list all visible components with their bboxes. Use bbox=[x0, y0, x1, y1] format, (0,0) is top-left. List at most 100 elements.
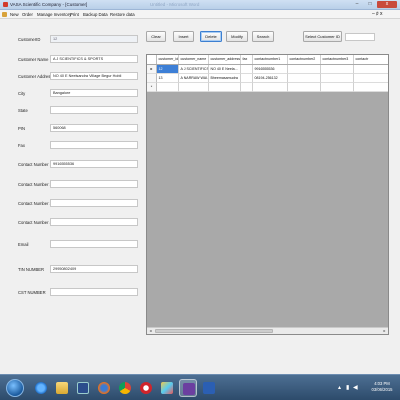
table-cell[interactable]: A NARRAW WAI... bbox=[179, 74, 209, 83]
customer-id-search-input[interactable] bbox=[345, 33, 375, 41]
insert-button[interactable]: Insert bbox=[173, 31, 194, 42]
minimize-button[interactable]: – bbox=[351, 1, 363, 8]
customer-name-field[interactable]: A J SCIENTIFICS & SPORTS bbox=[50, 55, 138, 63]
opera-icon[interactable] bbox=[137, 379, 155, 397]
menu-print[interactable]: Print bbox=[70, 12, 79, 17]
network-icon[interactable]: ▮ bbox=[346, 384, 349, 391]
label-contact-number-2: Contact Number 2 bbox=[18, 182, 52, 187]
file-explorer-icon[interactable] bbox=[53, 379, 71, 397]
table-cell[interactable] bbox=[241, 65, 253, 74]
delete-button[interactable]: Delete bbox=[200, 31, 222, 42]
menu-order[interactable]: Order bbox=[22, 12, 33, 17]
visual-studio-icon[interactable] bbox=[179, 379, 197, 397]
menu-new[interactable]: New bbox=[10, 12, 19, 17]
table-cell[interactable] bbox=[288, 74, 321, 83]
scrollbar-thumb[interactable] bbox=[155, 329, 273, 333]
start-button[interactable] bbox=[6, 379, 24, 397]
pin-field[interactable]: 560068 bbox=[50, 124, 138, 132]
word-glyph bbox=[203, 382, 215, 394]
column-header[interactable]: contactnumber2 bbox=[288, 55, 321, 64]
table-cell[interactable] bbox=[157, 83, 179, 92]
internet-explorer-icon[interactable] bbox=[32, 379, 50, 397]
media-player-icon[interactable] bbox=[74, 379, 92, 397]
vs-glyph bbox=[183, 383, 195, 395]
table-cell[interactable] bbox=[288, 83, 321, 92]
table-cell[interactable]: Bheemasamudra bbox=[209, 74, 241, 83]
contact-number-1-field[interactable]: 9916555536 bbox=[50, 160, 138, 168]
column-header[interactable]: contactnumber1 bbox=[253, 55, 288, 64]
menu-backup-data[interactable]: Backup Data bbox=[83, 12, 108, 17]
table-cell[interactable]: 13 bbox=[157, 74, 179, 83]
tin-number-field[interactable]: 29950802409 bbox=[50, 265, 138, 273]
table-cell[interactable] bbox=[241, 83, 253, 92]
contact-number-2-field[interactable] bbox=[50, 180, 138, 188]
row-indicator[interactable]: * bbox=[147, 83, 157, 92]
email-field[interactable] bbox=[50, 240, 138, 248]
column-header[interactable]: customer_name bbox=[179, 55, 209, 64]
label-contact-number-1: Contact Number 1 bbox=[18, 162, 52, 167]
column-header[interactable]: customer_id bbox=[157, 55, 179, 64]
table-cell[interactable] bbox=[241, 74, 253, 83]
table-cell[interactable]: 08194-256132 bbox=[253, 74, 288, 83]
table-cell[interactable] bbox=[179, 83, 209, 92]
maximize-button[interactable]: □ bbox=[364, 1, 376, 8]
paint-icon[interactable] bbox=[158, 379, 176, 397]
fax-field[interactable] bbox=[50, 141, 138, 149]
scroll-left-icon[interactable]: ◂ bbox=[147, 328, 154, 334]
contact-number-4-field[interactable] bbox=[50, 218, 138, 226]
system-clock[interactable]: 4:03 PM 03/06/2015 bbox=[368, 381, 396, 393]
customer-address-field[interactable]: NO 40 E Neelsandra Village Begur Hobli bbox=[50, 72, 138, 80]
table-cell[interactable]: 9916555536 bbox=[253, 65, 288, 74]
modify-button[interactable]: Modify bbox=[226, 31, 248, 42]
label-customer-address: Customer Address bbox=[18, 74, 53, 79]
tray-arrow-icon[interactable]: ▴ bbox=[338, 384, 341, 391]
clock-date: 03/06/2015 bbox=[371, 387, 393, 392]
contact-number-3-field[interactable] bbox=[50, 199, 138, 207]
row-indicator[interactable] bbox=[147, 74, 157, 83]
cst-number-field[interactable] bbox=[50, 288, 138, 296]
label-contact-number-3: Contact Number 3 bbox=[18, 201, 52, 206]
customer-id-field[interactable]: 12 bbox=[50, 35, 138, 43]
clear-button[interactable]: Clear bbox=[146, 31, 166, 42]
column-header[interactable]: fax bbox=[241, 55, 253, 64]
table-row[interactable]: ▸ 12 A J SCIENTIFICS... NO 40 E Neela...… bbox=[147, 65, 388, 74]
table-cell[interactable] bbox=[288, 65, 321, 74]
table-cell[interactable] bbox=[321, 74, 354, 83]
table-cell[interactable] bbox=[321, 83, 354, 92]
horizontal-scrollbar[interactable]: ◂ ▸ bbox=[147, 327, 388, 334]
volume-icon[interactable]: ◀ bbox=[353, 384, 358, 391]
table-cell[interactable] bbox=[354, 74, 388, 83]
table-cell[interactable] bbox=[354, 65, 388, 74]
table-cell[interactable]: NO 40 E Neela... bbox=[209, 65, 241, 74]
row-indicator[interactable]: ▸ bbox=[147, 65, 157, 74]
menu-manage-inventory[interactable]: Manage Inventory bbox=[37, 12, 71, 17]
title-bar: VASA Scientific Company - [Customer] Unt… bbox=[0, 0, 400, 10]
label-customer-id: CustomerID bbox=[18, 37, 41, 42]
column-header[interactable]: customer_address bbox=[209, 55, 241, 64]
table-row[interactable]: 13 A NARRAW WAI... Bheemasamudra 08194-2… bbox=[147, 74, 388, 83]
table-cell[interactable]: 12 bbox=[157, 65, 179, 74]
table-cell[interactable]: A J SCIENTIFICS... bbox=[179, 65, 209, 74]
background-window-title: Untitled - Microsoft Word bbox=[150, 2, 200, 7]
mdi-window-controls[interactable]: – ♯ x bbox=[372, 11, 383, 17]
select-customer-id-button[interactable]: Select Customer ID bbox=[303, 31, 342, 42]
table-cell[interactable] bbox=[253, 83, 288, 92]
firefox-icon[interactable] bbox=[95, 379, 113, 397]
close-button[interactable]: x bbox=[377, 1, 397, 8]
customer-data-grid[interactable]: customer_id customer_name customer_addre… bbox=[146, 54, 389, 335]
column-header[interactable]: contactr bbox=[354, 55, 388, 64]
city-field[interactable]: Bangalore bbox=[50, 89, 138, 97]
table-cell[interactable] bbox=[321, 65, 354, 74]
table-row-new[interactable]: * bbox=[147, 83, 388, 92]
word-icon[interactable] bbox=[200, 379, 218, 397]
label-pin: PIN bbox=[18, 126, 25, 131]
state-field[interactable] bbox=[50, 106, 138, 114]
search-button[interactable]: Search bbox=[252, 31, 274, 42]
chrome-icon[interactable] bbox=[116, 379, 134, 397]
table-cell[interactable] bbox=[209, 83, 241, 92]
scroll-right-icon[interactable]: ▸ bbox=[381, 328, 388, 334]
paint-glyph bbox=[161, 382, 173, 394]
column-header[interactable]: contactnumber3 bbox=[321, 55, 354, 64]
table-cell[interactable] bbox=[354, 83, 388, 92]
menu-restore-data[interactable]: Restore data bbox=[110, 12, 135, 17]
